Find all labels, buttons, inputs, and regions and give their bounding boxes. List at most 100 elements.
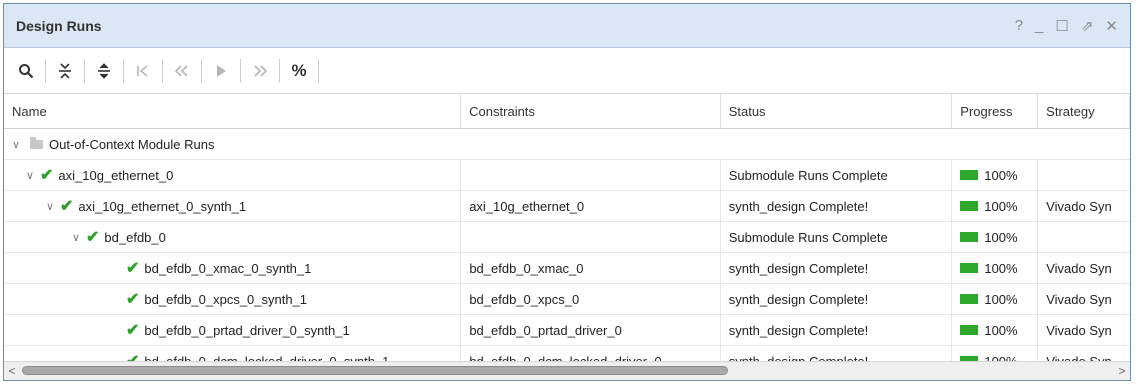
constraints-cell (461, 222, 721, 252)
expand-all-icon[interactable] (90, 57, 118, 85)
maximize-icon[interactable]: ☐ (1055, 17, 1068, 35)
folder-icon (30, 136, 43, 149)
name-cell: ∨ ✔ axi_10g_ethernet_0_synth_1 (4, 191, 462, 221)
close-icon[interactable]: ✕ (1105, 17, 1118, 35)
name-cell: ✔ bd_efdb_0_xmac_0_synth_1 (4, 253, 462, 283)
progress-value: 100% (984, 229, 1018, 245)
progress-value: 100% (984, 322, 1018, 338)
constraints-cell: bd_efdb_0_xmac_0 (461, 253, 721, 283)
progress-bar (960, 232, 979, 242)
percent-icon[interactable]: % (285, 57, 313, 85)
status-cell: synth_design Complete! (721, 315, 953, 345)
name-cell: ✔ bd_efdb_0_xpcs_0_synth_1 (4, 284, 462, 314)
column-header-strategy[interactable]: Strategy (1038, 94, 1130, 128)
scrollbar-thumb[interactable] (22, 366, 728, 375)
progress-bar (960, 201, 979, 211)
chevron-down-icon[interactable]: ∨ (46, 200, 60, 213)
progress-value: 100% (984, 260, 1018, 276)
column-header-name[interactable]: Name (4, 94, 462, 128)
progress-bar (960, 170, 979, 180)
next-icon[interactable] (246, 57, 274, 85)
float-icon[interactable]: ⇗ (1081, 17, 1094, 35)
name-cell: ∨ ✔ axi_10g_ethernet_0 (4, 160, 462, 190)
run-icon[interactable] (207, 57, 235, 85)
check-icon: ✔ (126, 291, 140, 308)
constraints-cell: axi_10g_ethernet_0 (461, 191, 721, 221)
check-icon: ✔ (126, 322, 140, 339)
status-cell: synth_design Complete! (721, 191, 953, 221)
check-icon: ✔ (86, 229, 100, 246)
column-header-status[interactable]: Status (721, 94, 953, 128)
progress-value: 100% (984, 198, 1018, 214)
column-header-progress[interactable]: Progress (952, 94, 1039, 128)
check-icon: ✔ (126, 260, 140, 277)
strategy-cell: Vivado Syn (1046, 260, 1112, 276)
strategy-cell (1038, 160, 1130, 190)
progress-bar (960, 325, 979, 335)
design-runs-window: Design Runs ? _ ☐ ⇗ ✕ % Name Constraints… (3, 3, 1131, 381)
constraints-cell: bd_efdb_0_xpcs_0 (461, 284, 721, 314)
group-cell: ∨ Out-of-Context Module Runs (4, 129, 1130, 159)
strategy-cell: Vivado Syn (1046, 291, 1112, 307)
help-icon[interactable]: ? (1015, 17, 1023, 35)
status-cell: Submodule Runs Complete (721, 160, 953, 190)
progress-bar (960, 263, 979, 273)
toolbar-separator (201, 58, 202, 83)
progress-cell: 100% (952, 284, 1039, 314)
table-row[interactable]: ✔ bd_efdb_0_xmac_0_synth_1 bd_efdb_0_xma… (4, 253, 1130, 284)
table-row[interactable]: ✔ bd_efdb_0_prtad_driver_0_synth_1 bd_ef… (4, 315, 1130, 346)
column-header-constraints[interactable]: Constraints (461, 94, 721, 128)
first-icon[interactable] (129, 57, 157, 85)
progress-cell: 100% (952, 222, 1039, 252)
chevron-down-icon[interactable]: ∨ (72, 231, 86, 244)
title-bar: Design Runs ? _ ☐ ⇗ ✕ (4, 4, 1130, 48)
search-icon[interactable] (12, 57, 40, 85)
status-cell: Submodule Runs Complete (721, 222, 953, 252)
minimize-icon[interactable]: _ (1035, 17, 1043, 35)
window-title: Design Runs (16, 17, 102, 34)
progress-cell: 100% (952, 160, 1039, 190)
chevron-down-icon[interactable]: ∨ (26, 169, 40, 182)
scroll-left-icon[interactable]: < (4, 364, 20, 378)
scroll-right-icon[interactable]: > (1114, 364, 1130, 378)
collapse-all-icon[interactable] (51, 57, 79, 85)
previous-icon[interactable] (168, 57, 196, 85)
check-icon: ✔ (60, 198, 74, 215)
table-row[interactable]: ✔ bd_efdb_0_xpcs_0_synth_1 bd_efdb_0_xpc… (4, 284, 1130, 315)
progress-value: 100% (984, 291, 1018, 307)
progress-value: 100% (984, 167, 1018, 183)
horizontal-scrollbar[interactable]: < > (4, 361, 1130, 380)
toolbar-separator (240, 58, 241, 83)
run-name: bd_efdb_0_xmac_0_synth_1 (144, 260, 312, 276)
run-name: axi_10g_ethernet_0 (58, 167, 174, 183)
strategy-cell (1038, 222, 1130, 252)
toolbar: % (4, 48, 1130, 94)
strategy-cell: Vivado Syn (1046, 198, 1112, 214)
name-cell: ✔ bd_efdb_0_prtad_driver_0_synth_1 (4, 315, 462, 345)
run-name: axi_10g_ethernet_0_synth_1 (78, 198, 247, 214)
toolbar-separator (279, 58, 280, 83)
strategy-cell: Vivado Syn (1046, 322, 1112, 338)
table-row[interactable]: ∨ ✔ bd_efdb_0 Submodule Runs Complete 10… (4, 222, 1130, 253)
run-name: bd_efdb_0_prtad_driver_0_synth_1 (144, 322, 350, 338)
name-cell: ∨ ✔ bd_efdb_0 (4, 222, 462, 252)
toolbar-separator (84, 58, 85, 83)
toolbar-separator (162, 58, 163, 83)
chevron-down-icon[interactable]: ∨ (12, 138, 26, 151)
progress-cell: 100% (952, 253, 1039, 283)
constraints-cell: bd_efdb_0_prtad_driver_0 (461, 315, 721, 345)
toolbar-separator (123, 58, 124, 83)
progress-cell: 100% (952, 315, 1039, 345)
group-label: Out-of-Context Module Runs (49, 136, 215, 152)
group-row[interactable]: ∨ Out-of-Context Module Runs (4, 129, 1130, 160)
table-header: Name Constraints Status Progress Strateg… (4, 94, 1130, 129)
progress-bar (960, 294, 979, 304)
status-cell: synth_design Complete! (721, 253, 953, 283)
run-name: bd_efdb_0_xpcs_0_synth_1 (144, 291, 308, 307)
run-name: bd_efdb_0 (104, 229, 166, 245)
table-row[interactable]: ∨ ✔ axi_10g_ethernet_0 Submodule Runs Co… (4, 160, 1130, 191)
status-cell: synth_design Complete! (721, 284, 953, 314)
window-controls: ? _ ☐ ⇗ ✕ (1015, 17, 1118, 35)
design-runs-table: Name Constraints Status Progress Strateg… (4, 94, 1130, 377)
table-row[interactable]: ∨ ✔ axi_10g_ethernet_0_synth_1 axi_10g_e… (4, 191, 1130, 222)
